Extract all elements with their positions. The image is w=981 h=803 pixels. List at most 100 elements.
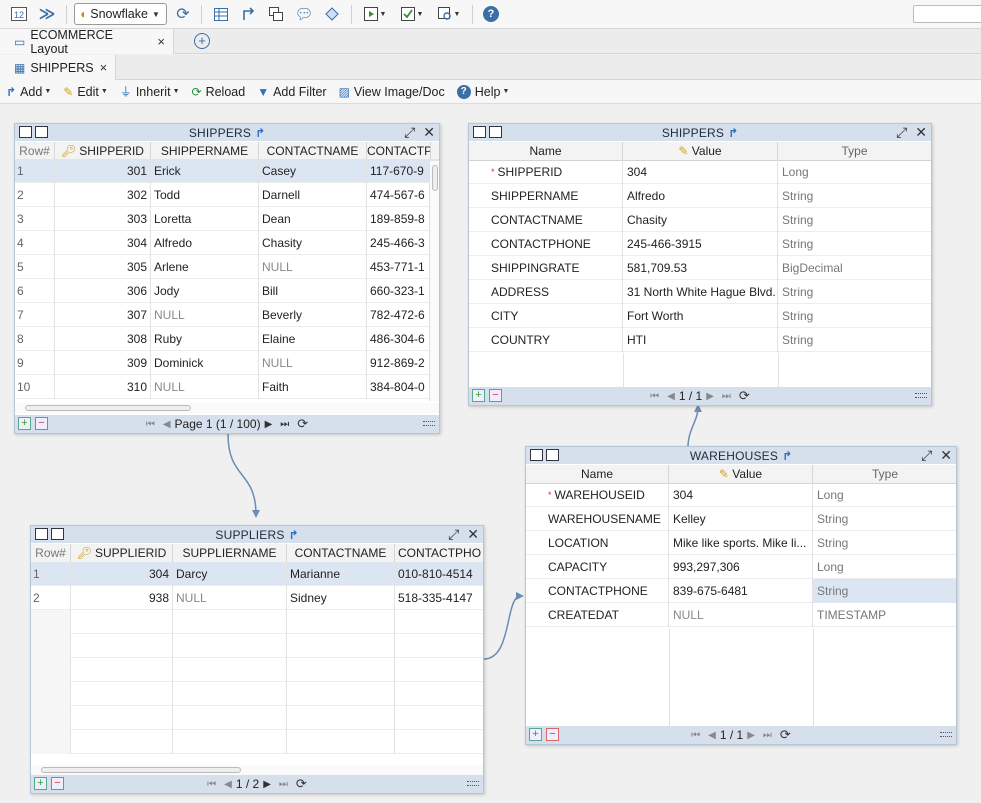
remove-row-icon[interactable]: − [51,777,64,790]
last-page-icon[interactable]: ⏭ [280,419,289,430]
refresh-icon[interactable]: ⟳ [780,727,791,743]
table-cell[interactable]: Todd [151,183,259,207]
close-icon[interactable]: ✕ [940,447,952,464]
panel-titlebar[interactable]: SUPPLIERS ↱ ⤢ ✕ [31,526,483,543]
field-value-cell[interactable]: Kelley [669,507,813,531]
record-field-row[interactable]: * WAREHOUSEID 304 Long [526,483,956,507]
form-view-icon[interactable] [51,528,64,540]
table-cell[interactable]: NULL [151,303,259,327]
column-header[interactable]: SUPPLIERNAME [173,544,287,563]
table-cell[interactable]: 306 [55,279,151,303]
grid-view-icon[interactable] [19,126,32,138]
form-view-icon[interactable] [35,126,48,138]
resize-grip[interactable] [423,421,435,426]
field-value-cell[interactable]: 839-675-6481 [669,579,813,603]
table-cell[interactable]: 301 [55,159,151,183]
close-icon[interactable]: ✕ [915,124,927,141]
first-page-icon[interactable]: ⏮ [146,419,155,430]
field-value-cell[interactable]: 31 North White Hague Blvd. [623,280,778,304]
table-cell[interactable]: Bill [259,279,367,303]
panel-titlebar[interactable]: WAREHOUSES ↱ ⤢ ✕ [526,447,956,464]
table-cell[interactable]: Sidney [287,586,395,610]
table-cell[interactable]: Arlene [151,255,259,279]
grid-view-icon[interactable] [530,449,543,461]
field-value-cell[interactable]: NULL [669,603,813,627]
resize-grip[interactable] [940,732,952,737]
table-cell[interactable]: 305 [55,255,151,279]
remove-row-icon[interactable]: − [546,728,559,741]
record-field-row[interactable]: * SHIPPERID 304 Long [469,160,931,184]
first-page-icon[interactable]: ⏮ [691,730,700,741]
remove-row-icon[interactable]: − [489,389,502,402]
table-cell[interactable]: 010-810-4514 [395,562,483,586]
close-icon[interactable]: ✕ [423,124,435,141]
table-cell[interactable]: NULL [259,255,367,279]
prev-page-icon[interactable]: ◀ [708,730,716,741]
grid-view-icon[interactable] [35,528,48,540]
maximize-icon[interactable]: ⤢ [896,124,907,141]
table-cell[interactable]: 189-859-8 [367,207,431,231]
table-cell[interactable]: 453-771-1 [367,255,431,279]
add-row-icon[interactable]: + [34,777,47,790]
first-page-icon[interactable]: ⏮ [207,779,216,790]
record-field-row[interactable]: CITY Fort Worth String [469,304,931,328]
jump-icon[interactable]: ↱ [255,126,265,140]
table-cell[interactable]: 912-869-2 [367,351,431,375]
next-page-icon[interactable]: ▶ [265,419,273,430]
table-cell[interactable]: 474-567-6 [367,183,431,207]
last-page-icon[interactable]: ⏭ [722,391,731,402]
table-cell[interactable]: 308 [55,327,151,351]
table-row[interactable]: 2 302 Todd Darnell 474-567-6 [15,183,439,207]
table-row[interactable]: 1 304 Darcy Marianne 010-810-4514 [31,562,483,586]
next-page-icon[interactable]: ▶ [706,391,714,402]
table-cell[interactable]: 518-335-4147 [395,586,483,610]
remove-row-icon[interactable]: − [35,417,48,430]
table-cell[interactable]: 782-472-6 [367,303,431,327]
add-row-icon[interactable]: + [18,417,31,430]
maximize-icon[interactable]: ⤢ [448,526,459,543]
add-row-icon[interactable]: + [529,728,542,741]
record-field-row[interactable]: LOCATION Mike like sports. Mike li... Stri… [526,531,956,555]
form-view-icon[interactable] [489,126,502,138]
record-field-row[interactable]: CONTACTPHONE 245-466-3915 String [469,232,931,256]
prev-page-icon[interactable]: ◀ [163,419,171,430]
record-field-row[interactable]: CONTACTNAME Chasity String [469,208,931,232]
field-value-cell[interactable]: 304 [669,483,813,507]
record-field-row[interactable]: SHIPPERNAME Alfredo String [469,184,931,208]
table-row[interactable]: 5 305 Arlene NULL 453-771-1 [15,255,439,279]
table-row[interactable]: 3 303 Loretta Dean 189-859-8 [15,207,439,231]
table-row[interactable]: 10 310 NULL Faith 384-804-0 [15,375,439,399]
table-cell[interactable]: 384-804-0 [367,375,431,399]
table-cell[interactable]: 660-323-1 [367,279,431,303]
table-cell[interactable]: 117-670-9 [367,159,431,183]
field-value-cell[interactable]: Fort Worth [623,304,778,328]
field-value-cell[interactable]: HTI [623,328,778,352]
resize-grip[interactable] [915,393,927,398]
table-row[interactable]: 8 308 Ruby Elaine 486-304-6 [15,327,439,351]
table-cell[interactable]: NULL [259,351,367,375]
table-cell[interactable]: 310 [55,375,151,399]
close-icon[interactable]: ✕ [467,526,479,543]
record-field-row[interactable]: CREATEDAT NULL TIMESTAMP [526,603,956,627]
table-cell[interactable]: Elaine [259,327,367,351]
table-cell[interactable]: 486-304-6 [367,327,431,351]
jump-icon[interactable]: ↱ [782,449,792,463]
table-cell[interactable]: 304 [71,562,173,586]
table-cell[interactable]: 307 [55,303,151,327]
form-view-icon[interactable] [546,449,559,461]
jump-icon[interactable]: ↱ [728,126,738,140]
table-row[interactable]: 7 307 NULL Beverly 782-472-6 [15,303,439,327]
prev-page-icon[interactable]: ◀ [224,779,232,790]
column-header[interactable]: CONTACTNAME [287,544,395,563]
horizontal-scrollbar[interactable] [31,765,483,775]
record-field-row[interactable]: CAPACITY 993,297,306 Long [526,555,956,579]
table-row[interactable]: 6 306 Jody Bill 660-323-1 [15,279,439,303]
field-value-cell[interactable]: Alfredo [623,184,778,208]
add-row-icon[interactable]: + [472,389,485,402]
table-cell[interactable]: Chasity [259,231,367,255]
column-header[interactable]: Row# [31,544,71,563]
table-row[interactable]: 9 309 Dominick NULL 912-869-2 [15,351,439,375]
panel-titlebar[interactable]: SHIPPERS ↱ ⤢ ✕ [15,124,439,141]
table-cell[interactable]: 309 [55,351,151,375]
grid-view-icon[interactable] [473,126,486,138]
